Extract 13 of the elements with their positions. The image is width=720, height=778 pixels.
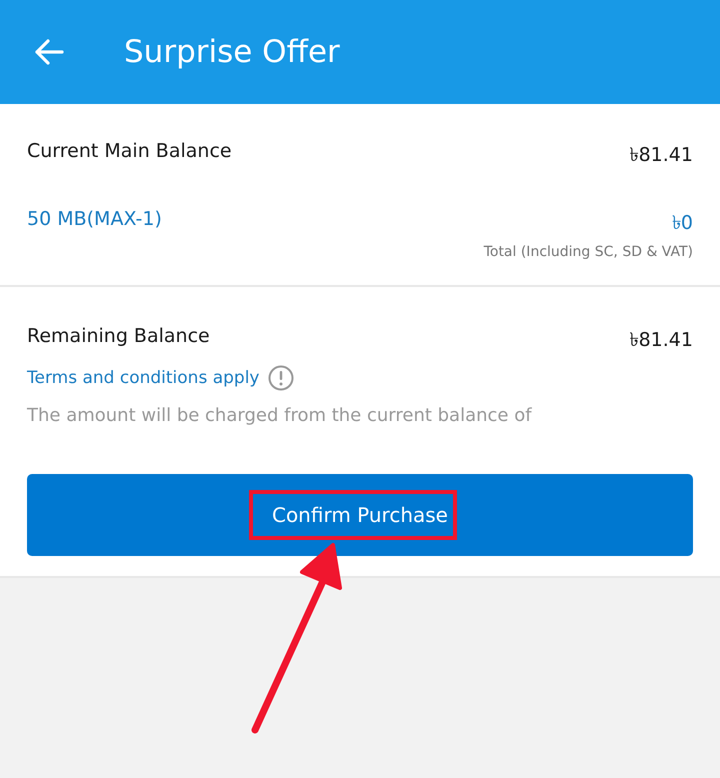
- pack-price: ৳0: [672, 211, 693, 236]
- balance-value: ৳81.41: [630, 143, 693, 168]
- confirm-purchase-button[interactable]: Confirm Purchase: [27, 474, 693, 556]
- info-icon[interactable]: [268, 365, 294, 391]
- back-arrow-icon[interactable]: [34, 39, 64, 65]
- pack-name: 50 MB(MAX-1): [27, 208, 162, 230]
- charge-note: The amount will be charged from the current balance of: [27, 405, 533, 426]
- remaining-value: ৳81.41: [630, 328, 693, 353]
- balance-label: Current Main Balance: [27, 140, 232, 162]
- remaining-label: Remaining Balance: [27, 325, 210, 347]
- terms-link[interactable]: Terms and conditions apply: [27, 368, 260, 388]
- page-title: Surprise Offer: [124, 34, 340, 70]
- price-note: Total (Including SC, SD & VAT): [484, 244, 693, 260]
